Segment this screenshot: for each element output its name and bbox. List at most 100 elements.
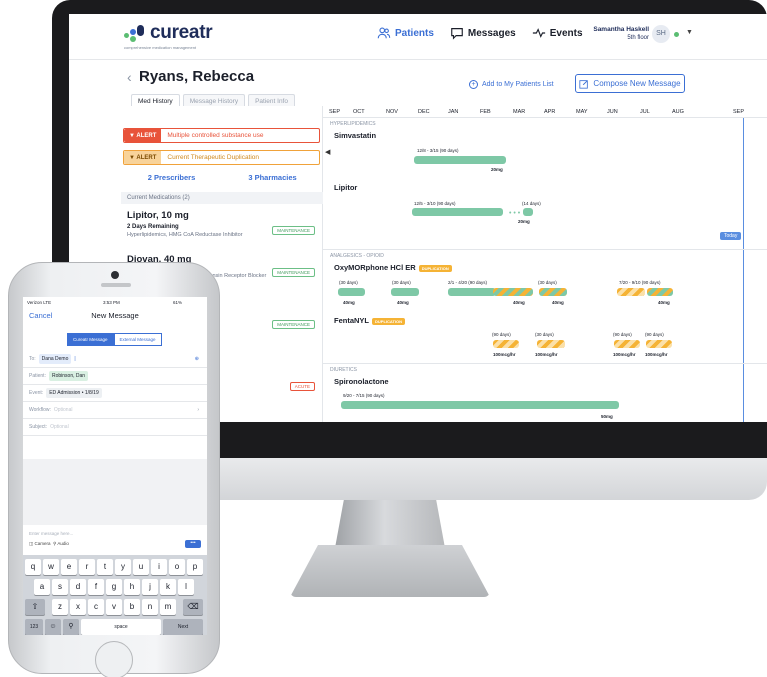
- carrier: Verizon LTE: [27, 300, 52, 305]
- event-chip[interactable]: ED Admission • 1/8/19: [46, 388, 102, 398]
- fentanyl-bar[interactable]: [646, 340, 672, 348]
- back-chevron-icon[interactable]: ‹: [127, 69, 132, 85]
- key-p[interactable]: p: [187, 559, 203, 575]
- chevron-down-icon[interactable]: ▼: [686, 29, 693, 36]
- logo[interactable]: cureatr: [124, 22, 213, 43]
- patient-name: Ryans, Rebecca: [139, 68, 255, 85]
- key-q[interactable]: q: [25, 559, 41, 575]
- lipitor-bar[interactable]: [412, 208, 503, 216]
- oxy-duplication-bar[interactable]: [539, 288, 567, 296]
- main-nav: Patients Messages Events: [377, 26, 583, 40]
- section-divider: [323, 249, 767, 250]
- key-v[interactable]: v: [106, 599, 122, 615]
- add-recipient-icon[interactable]: ⊕: [195, 356, 199, 362]
- microphone-key-icon[interactable]: ⚲: [63, 619, 79, 635]
- subject-field[interactable]: Subject: Optional: [23, 419, 207, 436]
- key-j[interactable]: j: [142, 579, 158, 595]
- segment-external-message[interactable]: External Message: [113, 333, 162, 346]
- key-o[interactable]: o: [169, 559, 185, 575]
- key-f[interactable]: f: [88, 579, 104, 595]
- key-r[interactable]: r: [79, 559, 95, 575]
- simvastatin-bar[interactable]: [414, 156, 506, 164]
- fentanyl-bar[interactable]: [614, 340, 640, 348]
- shift-key-icon[interactable]: ⇧: [25, 599, 45, 615]
- fent-range-3: (90 days): [613, 332, 632, 337]
- marketing-composite: cureatr comprehensive medication managem…: [0, 0, 767, 677]
- key-m[interactable]: m: [160, 599, 176, 615]
- recipient-chip[interactable]: Dana Demo: [38, 354, 72, 364]
- message-input[interactable]: Enter message here...: [29, 531, 73, 536]
- key-numbers[interactable]: 123: [25, 619, 43, 635]
- key-e[interactable]: e: [61, 559, 77, 575]
- fentanyl-bar[interactable]: [493, 340, 519, 348]
- oxy-duplication-bar[interactable]: [617, 288, 645, 296]
- month-label: MAR: [513, 109, 526, 115]
- oxy-bar[interactable]: [338, 288, 365, 296]
- key-z[interactable]: z: [52, 599, 68, 615]
- key-n[interactable]: n: [142, 599, 158, 615]
- compose-message-label: Compose New Message: [593, 79, 681, 88]
- alert-duplication[interactable]: ▼ ALERT Current Therapeutic Duplication: [123, 150, 320, 165]
- key-space[interactable]: space: [81, 619, 161, 635]
- key-a[interactable]: a: [34, 579, 50, 595]
- nav-patients[interactable]: Patients: [377, 26, 434, 40]
- front-camera-icon: [111, 271, 119, 279]
- oxy-duplication-bar[interactable]: [493, 288, 533, 296]
- key-l[interactable]: l: [178, 579, 194, 595]
- key-i[interactable]: i: [151, 559, 167, 575]
- lipitor-refill-bar[interactable]: [523, 208, 533, 216]
- avatar[interactable]: SH: [652, 25, 670, 43]
- key-y[interactable]: y: [115, 559, 131, 575]
- patient-field[interactable]: Patient: Robinson, Dan: [23, 368, 207, 385]
- key-c[interactable]: c: [88, 599, 104, 615]
- key-d[interactable]: d: [70, 579, 86, 595]
- nav-events[interactable]: Events: [532, 26, 583, 40]
- key-w[interactable]: w: [43, 559, 59, 575]
- spiro-range: 9/20 - 7/15 (90 days): [343, 393, 385, 398]
- logo-wordmark: cureatr: [150, 22, 213, 43]
- microphone-icon[interactable]: ⚲: [52, 541, 56, 546]
- event-field[interactable]: Event: ED Admission • 1/8/19: [23, 385, 207, 402]
- workflow-label: Workflow:: [29, 407, 51, 413]
- backspace-key-icon[interactable]: ⌫: [183, 599, 203, 615]
- key-b[interactable]: b: [124, 599, 140, 615]
- patient-chip[interactable]: Robinson, Dan: [48, 371, 89, 381]
- add-to-list-label: Add to My Patients List: [482, 81, 554, 88]
- compose-message-button[interactable]: Compose New Message: [575, 74, 685, 93]
- home-button[interactable]: [95, 641, 133, 677]
- speaker-grille: [101, 283, 131, 287]
- nav-messages[interactable]: Messages: [450, 26, 516, 40]
- oxy-bar[interactable]: [448, 288, 496, 296]
- segment-cureatr-message[interactable]: Cureatr Message: [67, 333, 114, 346]
- key-next[interactable]: Next: [163, 619, 203, 635]
- prescribers-link[interactable]: 2 Prescribers: [121, 173, 222, 182]
- duplication-badge: DUPLICATION: [418, 264, 452, 272]
- med-item-lipitor[interactable]: Lipitor, 10 mg 2 Days Remaining Hyperlip…: [127, 210, 317, 238]
- audio-label[interactable]: Audio: [57, 541, 69, 546]
- oxy-range-4: (30 days): [538, 280, 557, 285]
- send-button[interactable]: •••: [185, 540, 201, 548]
- key-u[interactable]: u: [133, 559, 149, 575]
- key-s[interactable]: s: [52, 579, 68, 595]
- key-x[interactable]: x: [70, 599, 86, 615]
- to-field[interactable]: To: Dana Demo | ⊕: [23, 351, 207, 368]
- timeline-months: SEP OCT NOV DEC JAN FEB MAR APR MAY JUN …: [323, 106, 767, 118]
- camera-icon[interactable]: ◫: [29, 541, 33, 546]
- key-k[interactable]: k: [160, 579, 176, 595]
- timeline-scroll-left-icon[interactable]: ◀: [325, 148, 330, 156]
- pharmacies-link[interactable]: 3 Pharmacies: [222, 173, 323, 182]
- fentanyl-bar[interactable]: [537, 340, 565, 348]
- key-t[interactable]: t: [97, 559, 113, 575]
- oxy-bar[interactable]: [391, 288, 419, 296]
- emoji-key-icon[interactable]: ☺: [45, 619, 61, 635]
- oxy-duplication-bar[interactable]: [647, 288, 673, 296]
- drug-simvastatin: Simvastatin: [334, 131, 377, 140]
- workflow-field[interactable]: Workflow: Optional ›: [23, 402, 207, 419]
- alert-controlled-substance[interactable]: ▼ ALERT Multiple controlled substance us…: [123, 128, 320, 143]
- spironolactone-bar[interactable]: [341, 401, 619, 409]
- key-g[interactable]: g: [106, 579, 122, 595]
- add-to-list-link[interactable]: + Add to My Patients List: [469, 80, 554, 89]
- camera-label[interactable]: Camera: [35, 541, 51, 546]
- key-h[interactable]: h: [124, 579, 140, 595]
- cancel-button[interactable]: Cancel: [29, 311, 52, 320]
